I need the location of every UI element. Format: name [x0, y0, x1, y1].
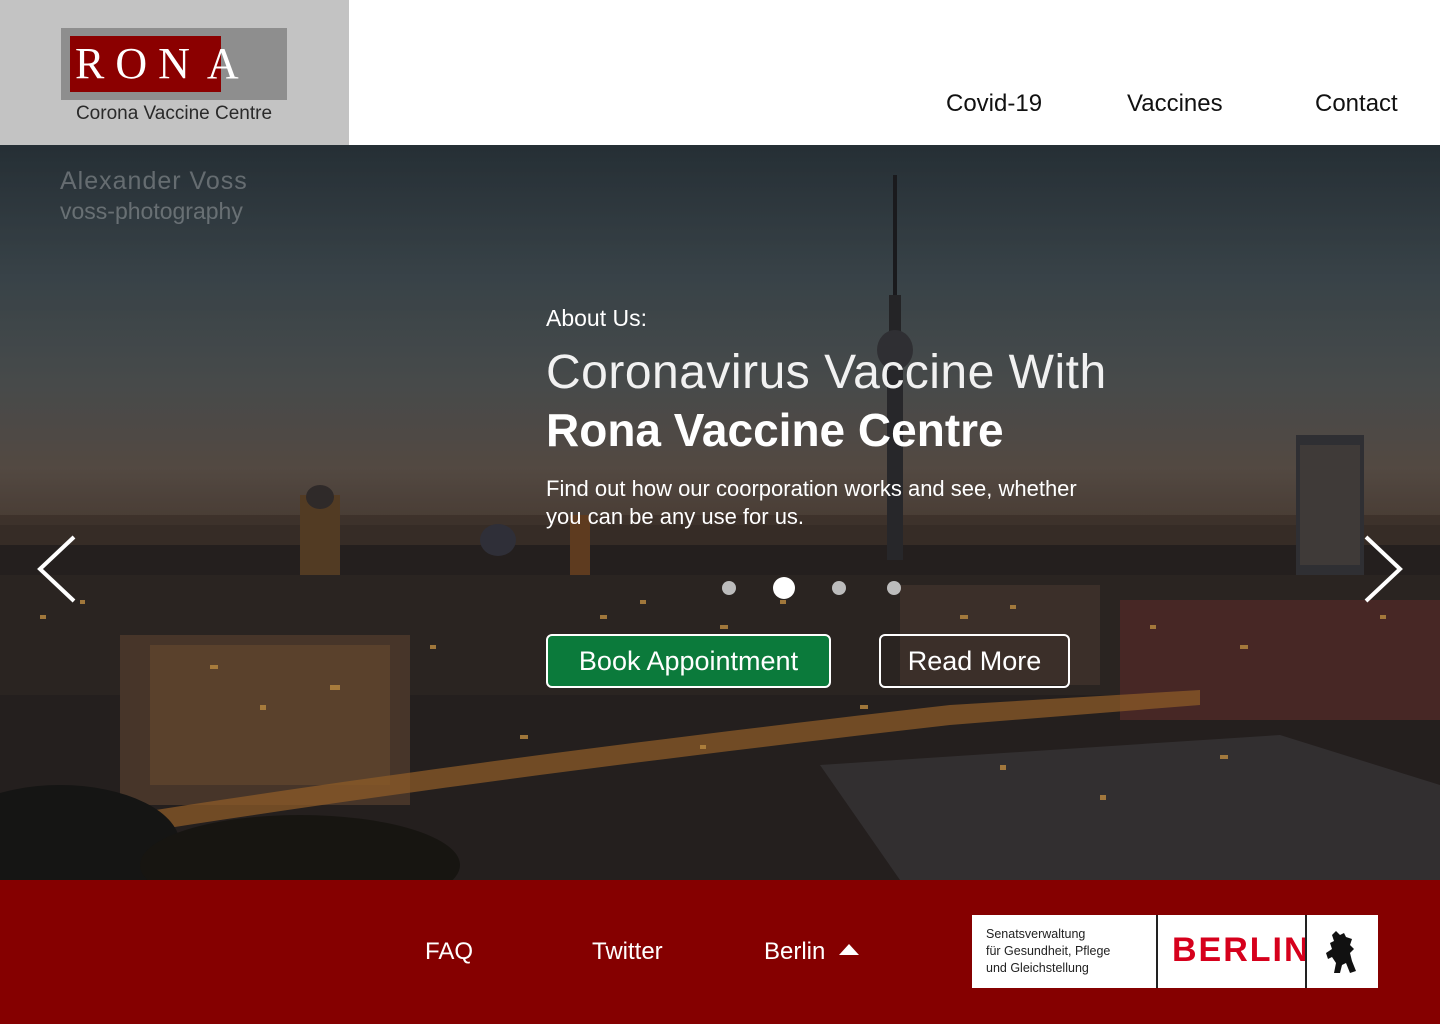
- hero-title-light: Coronavirus Vaccine With: [546, 346, 1107, 399]
- hero-carousel: Alexander Voss voss-photography About Us…: [0, 145, 1440, 880]
- watermark-name: Alexander Voss: [60, 167, 248, 195]
- logo-wordmark: RON A: [75, 40, 250, 88]
- carousel-prev-button[interactable]: [34, 533, 82, 605]
- chevron-left-icon: [37, 535, 76, 603]
- badge-berlin-word: BERLIN: [1172, 931, 1311, 969]
- photo-watermark: Alexander Voss voss-photography: [60, 167, 248, 225]
- caret-up-icon: [839, 944, 860, 955]
- senate-department-text: Senatsverwaltung für Gesundheit, Pflege …: [986, 926, 1156, 977]
- hero-eyebrow: About Us:: [546, 305, 647, 331]
- carousel-next-button[interactable]: [1358, 533, 1406, 605]
- site-footer: FAQ Twitter Berlin Senatsverwaltung für …: [0, 880, 1440, 1024]
- carousel-indicators: [720, 577, 910, 599]
- badge-line-3: und Gleichstellung: [986, 961, 1089, 975]
- footer-link-faq[interactable]: FAQ: [425, 938, 473, 966]
- carousel-dot-1[interactable]: [722, 581, 736, 595]
- chevron-right-icon: [1364, 535, 1403, 603]
- carousel-dot-2[interactable]: [773, 577, 795, 599]
- book-appointment-button[interactable]: Book Appointment: [546, 634, 831, 688]
- logo-tagline: Corona Vaccine Centre: [75, 103, 273, 124]
- read-more-button[interactable]: Read More: [879, 634, 1070, 688]
- carousel-dot-4[interactable]: [887, 581, 901, 595]
- berlin-bear-icon: [1326, 931, 1356, 973]
- logo-panel[interactable]: RON A Corona Vaccine Centre: [0, 0, 349, 145]
- carousel-dot-3[interactable]: [832, 581, 846, 595]
- nav-contact[interactable]: Contact: [1315, 90, 1398, 118]
- nav-covid-19[interactable]: Covid-19: [946, 90, 1042, 118]
- nav-vaccines[interactable]: Vaccines: [1127, 90, 1223, 118]
- badge-divider: [1156, 915, 1158, 988]
- footer-link-twitter[interactable]: Twitter: [592, 938, 663, 966]
- site-header: RON A Corona Vaccine Centre Covid-19 Vacc…: [0, 0, 1440, 145]
- logo[interactable]: RON A: [61, 28, 287, 100]
- logo-letter-last: A: [206, 39, 250, 88]
- logo-letters-boxed: RON: [75, 39, 201, 88]
- hero-title-bold: Rona Vaccine Centre: [546, 404, 1004, 456]
- badge-line-2: für Gesundheit, Pflege: [986, 944, 1111, 958]
- watermark-site: voss-photography: [60, 198, 243, 224]
- berlin-senate-logo[interactable]: Senatsverwaltung für Gesundheit, Pflege …: [972, 915, 1378, 988]
- badge-line-1: Senatsverwaltung: [986, 927, 1086, 941]
- footer-berlin-label: Berlin: [764, 938, 826, 965]
- footer-berlin-dropdown[interactable]: Berlin: [764, 938, 860, 966]
- hero-subtitle: Find out how our coorporation works and …: [546, 476, 1077, 529]
- badge-divider: [1305, 915, 1307, 988]
